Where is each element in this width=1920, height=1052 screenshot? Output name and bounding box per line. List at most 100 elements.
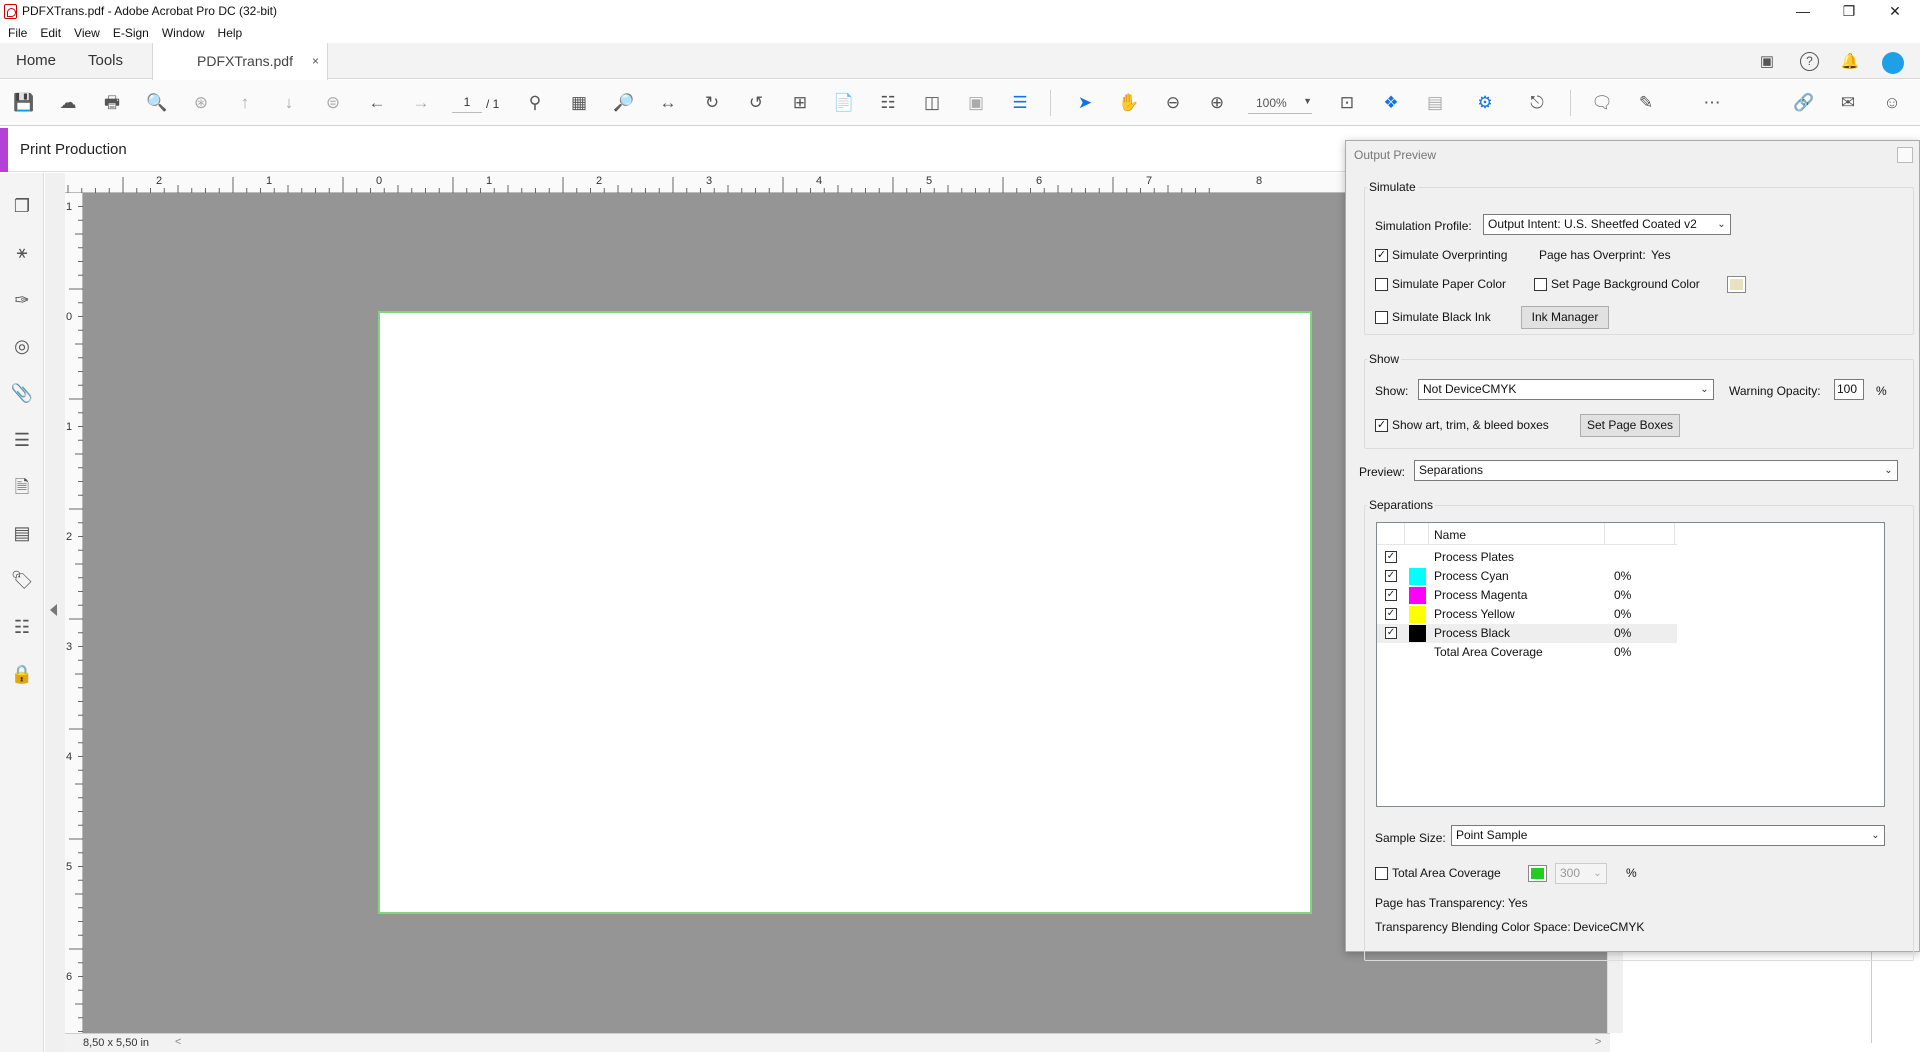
separations-list[interactable]: Name ✓ Process Plates ✓ Process Cyan 0% ✓ Proc…	[1376, 522, 1885, 807]
zoom-in-icon[interactable]: ⊕	[1205, 92, 1229, 114]
first-page-icon[interactable]: ⊛	[189, 92, 213, 114]
signatures-icon[interactable]: ✑	[9, 287, 35, 313]
set-page-background-color-checkbox[interactable]	[1534, 278, 1547, 291]
separation-checkbox[interactable]: ✓	[1385, 589, 1397, 601]
email-icon[interactable]: ✉	[1836, 92, 1860, 114]
two-page-view-icon[interactable]: ◫	[920, 92, 944, 114]
separation-row[interactable]: ✓ Process Plates	[1377, 548, 1677, 567]
rotate-counterclockwise-icon[interactable]: ↺	[744, 92, 768, 114]
tab-tools[interactable]: Tools	[88, 43, 123, 79]
select-tool-icon[interactable]: ➤	[1073, 92, 1097, 114]
total-area-coverage-select[interactable]: 300 ⌄	[1555, 863, 1607, 884]
separation-row[interactable]: ✓ Process Magenta 0%	[1377, 586, 1677, 605]
crop-icon[interactable]: ⊞	[788, 92, 812, 114]
separation-checkbox[interactable]: ✓	[1385, 551, 1397, 563]
menu-view[interactable]: View	[74, 26, 100, 40]
dialog-close-button[interactable]	[1897, 147, 1913, 163]
set-page-boxes-button[interactable]: Set Page Boxes	[1580, 414, 1680, 437]
document-icon[interactable]: 📄	[832, 92, 856, 114]
tab-document[interactable]: PDFXTrans.pdf ×	[152, 43, 328, 80]
convert-colors-icon[interactable]: ❖	[1379, 92, 1403, 114]
forward-view-icon[interactable]: →	[409, 92, 433, 114]
separation-row[interactable]: ✓ Process Black 0%	[1377, 624, 1677, 643]
desktop-icon[interactable]: ▣	[1757, 52, 1777, 72]
separation-checkbox[interactable]: ✓	[1385, 608, 1397, 620]
simulate-overprinting-checkbox[interactable]: ✓	[1375, 249, 1388, 262]
upload-cloud-icon[interactable]: ☁	[56, 92, 80, 114]
simulate-black-ink-checkbox[interactable]	[1375, 311, 1388, 324]
collapse-panel-icon[interactable]	[50, 604, 57, 616]
page-background-color-swatch[interactable]	[1727, 276, 1746, 293]
close-tab-icon[interactable]: ×	[312, 43, 319, 79]
scroll-left-arrow[interactable]: <	[175, 1036, 181, 1048]
tab-home[interactable]: Home	[16, 43, 56, 79]
more-tools-icon[interactable]: ⋯	[1700, 92, 1724, 114]
simulate-paper-color-checkbox[interactable]	[1375, 278, 1388, 291]
comment-icon[interactable]: 🗨	[1590, 92, 1614, 114]
fit-width-icon[interactable]: ↔	[656, 92, 680, 114]
page-number-input[interactable]: 1	[452, 95, 482, 113]
scrolling-mode-icon[interactable]: ☰	[1008, 92, 1032, 114]
ink-manager-button[interactable]: Ink Manager	[1521, 306, 1609, 329]
next-page-icon[interactable]: ↓	[277, 92, 301, 114]
separation-row[interactable]: ✓ Process Cyan 0%	[1377, 567, 1677, 586]
user-help-icon[interactable]: ☺	[1880, 92, 1904, 114]
add-printer-marks-icon[interactable]: ⎋	[1525, 92, 1549, 114]
previous-page-icon[interactable]: ↑	[233, 92, 257, 114]
tags-icon[interactable]: 🏷	[9, 567, 35, 593]
coverage-warning-color-swatch[interactable]	[1528, 865, 1547, 882]
menu-edit[interactable]: Edit	[40, 26, 61, 40]
warning-opacity-input[interactable]: 100	[1834, 379, 1864, 400]
print-icon[interactable]: 🖶	[100, 92, 124, 114]
pdf-page[interactable]	[378, 311, 1312, 914]
security-icon[interactable]: 🔒	[9, 661, 35, 687]
show-select[interactable]: Not DeviceCMYK ⌄	[1418, 379, 1714, 400]
bookmark-icon[interactable]: ⚹	[9, 239, 35, 265]
share-link-icon[interactable]: 🔗	[1792, 92, 1816, 114]
show-boxes-checkbox[interactable]: ✓	[1375, 419, 1388, 432]
organize-pages-icon[interactable]: ☷	[876, 92, 900, 114]
menu-esign[interactable]: E-Sign	[113, 26, 149, 40]
menu-file[interactable]: File	[8, 26, 27, 40]
monitor-icon[interactable]: ▣	[964, 92, 988, 114]
order-icon[interactable]: ▤	[9, 520, 35, 546]
restore-button[interactable]: ❐	[1826, 0, 1872, 22]
avatar[interactable]	[1882, 52, 1904, 74]
separation-row[interactable]: ✓ Process Yellow 0%	[1377, 605, 1677, 624]
attachments-icon[interactable]: 📎	[9, 380, 35, 406]
rotate-clockwise-icon[interactable]: ↻	[700, 92, 724, 114]
scroll-right-arrow[interactable]: >	[1595, 1036, 1601, 1048]
page-search-icon[interactable]: 🔎	[612, 92, 636, 114]
content-icon[interactable]: 🗎	[9, 474, 35, 500]
bell-icon[interactable]: 🔔	[1840, 52, 1860, 72]
trim-box-icon[interactable]: ⊡	[1335, 92, 1359, 114]
save-icon[interactable]: 💾	[12, 92, 36, 114]
flattener-icon[interactable]: ▤	[1423, 92, 1447, 114]
zoom-out-icon[interactable]: ⊖	[1161, 92, 1185, 114]
preview-select[interactable]: Separations ⌄	[1414, 460, 1898, 481]
minimize-button[interactable]: —	[1780, 0, 1826, 22]
separation-checkbox[interactable]: ✓	[1385, 627, 1397, 639]
hand-tool-icon[interactable]: ✋	[1117, 92, 1141, 114]
zoom-search-icon[interactable]: 🔍	[145, 92, 169, 114]
menu-window[interactable]: Window	[162, 26, 205, 40]
fit-page-icon[interactable]: ▦	[567, 92, 591, 114]
separation-checkbox[interactable]: ✓	[1385, 570, 1397, 582]
last-page-icon[interactable]: ⊜	[321, 92, 345, 114]
header-name-column[interactable]: Name	[1429, 523, 1605, 545]
output-preview-icon[interactable]: ◎	[9, 333, 35, 359]
page-thumbnails-icon[interactable]: ❐	[9, 193, 35, 219]
layers-icon[interactable]: ☰	[9, 427, 35, 453]
preflight-icon[interactable]: ⚙	[1473, 92, 1497, 114]
total-area-coverage-checkbox[interactable]	[1375, 867, 1388, 880]
separation-row[interactable]: Total Area Coverage 0%	[1377, 643, 1677, 662]
find-icon[interactable]: ⚲	[523, 92, 547, 114]
zoom-level-select[interactable]: 100% ▼	[1248, 96, 1312, 114]
highlight-pen-icon[interactable]: ✎	[1634, 92, 1658, 114]
simulation-profile-select[interactable]: Output Intent: U.S. Sheetfed Coated v2 ⌄	[1483, 214, 1731, 235]
back-view-icon[interactable]: ←	[365, 92, 389, 114]
close-window-button[interactable]: ✕	[1872, 0, 1918, 22]
sample-size-select[interactable]: Point Sample ⌄	[1451, 825, 1885, 846]
model-tree-icon[interactable]: ☷	[9, 614, 35, 640]
menu-help[interactable]: Help	[218, 26, 243, 40]
